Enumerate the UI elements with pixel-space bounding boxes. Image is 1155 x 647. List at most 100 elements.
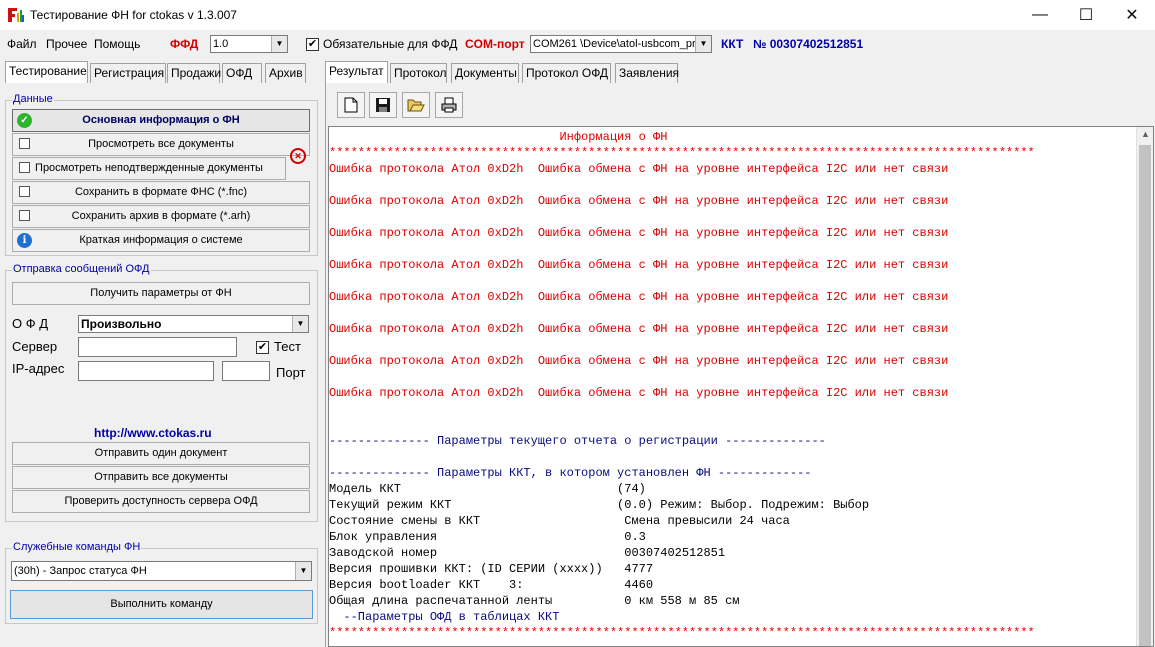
test-label: Тест xyxy=(274,339,301,354)
command-select[interactable]: (30h) - Запрос статуса ФН ▼ xyxy=(11,561,312,581)
data-group: Данные ✓ Основная информация о ФН Просмо… xyxy=(5,93,318,256)
tab-testing[interactable]: Тестирование xyxy=(5,61,88,83)
execute-command-button[interactable]: Выполнить команду xyxy=(10,590,313,619)
maximize-button[interactable]: ☐ xyxy=(1063,0,1109,30)
toolbar xyxy=(328,84,1154,122)
new-file-button[interactable] xyxy=(337,92,365,118)
menu-file[interactable]: Файл xyxy=(7,37,37,51)
ofd-group-title: Отправка сообщений ОФД xyxy=(12,263,151,275)
ffd-select[interactable]: 1.0 ▼ xyxy=(210,35,288,53)
check-server-button[interactable]: Проверить доступность сервера ОФД xyxy=(12,490,310,513)
scroll-up-icon[interactable]: ▲ xyxy=(1137,129,1153,143)
ofd-value: Произвольно xyxy=(81,317,162,331)
open-folder-button[interactable] xyxy=(402,92,430,118)
website-link[interactable]: http://www.ctokas.ru xyxy=(94,426,212,440)
ofd-label: О Ф Д xyxy=(12,316,49,331)
tab-ofd[interactable]: ОФД xyxy=(222,63,262,83)
ofd-select[interactable]: Произвольно ▼ xyxy=(78,315,309,333)
output-line: Ошибка протокола Атол 0xD2h Ошибка обмен… xyxy=(329,226,949,240)
save-archive-label: Сохранить архив в формате (*.arh) xyxy=(71,210,251,222)
ffd-mandatory-label: Обязательные для ФФД xyxy=(323,37,458,51)
view-unconfirmed-checkbox[interactable] xyxy=(19,162,30,173)
tab-sales[interactable]: Продажи xyxy=(167,63,221,83)
output-line: Блок управления 0.3 xyxy=(329,530,646,544)
tab-archive[interactable]: Архив xyxy=(265,63,306,83)
com-port-label: COM-порт xyxy=(465,37,525,51)
ip-address-input[interactable] xyxy=(78,361,214,381)
output-line: -------------- Параметры ККТ, в котором … xyxy=(329,466,812,480)
check-ok-icon: ✓ xyxy=(17,113,32,128)
menu-bar: Файл Прочее Помощь ФФД 1.0 ▼ ✔ Обязатель… xyxy=(0,32,1155,56)
save-archive-checkbox[interactable] xyxy=(19,210,30,221)
ffd-mandatory-checkbox[interactable]: ✔ xyxy=(306,38,319,51)
output-line: Текущий режим ККТ (0.0) Режим: Выбор. По… xyxy=(329,498,870,512)
chevron-down-icon: ▼ xyxy=(271,36,287,52)
view-all-docs-checkbox[interactable] xyxy=(19,138,30,149)
save-fns-checkbox[interactable] xyxy=(19,186,30,197)
result-output[interactable]: Информация о ФН *************************… xyxy=(328,126,1154,647)
data-group-title: Данные xyxy=(12,93,54,105)
ofd-group: Отправка сообщений ОФД Получить параметр… xyxy=(5,263,318,522)
minimize-button[interactable]: — xyxy=(1017,0,1063,30)
main-fn-info-button[interactable]: ✓ Основная информация о ФН xyxy=(12,109,310,132)
output-line: Ошибка протокола Атол 0xD2h Ошибка обмен… xyxy=(329,258,949,272)
main-fn-info-label: Основная информация о ФН xyxy=(82,114,240,126)
tab-registration[interactable]: Регистрация xyxy=(90,63,166,83)
save-archive-button[interactable]: Сохранить архив в формате (*.arh) xyxy=(12,205,310,228)
output-line: Информация о ФН xyxy=(329,130,668,144)
test-checkbox[interactable]: ✔ xyxy=(256,341,269,354)
com-port-select[interactable]: COM261 \Device\atol-usbcom_pr ▼ xyxy=(530,35,712,53)
output-line: Заводской номер 00307402512851 xyxy=(329,546,726,560)
save-fns-label: Сохранить в формате ФНС (*.fnc) xyxy=(74,186,248,198)
com-port-value: COM261 \Device\atol-usbcom_pr xyxy=(533,38,696,50)
window-title: Тестирование ФН for ctokas v 1.3.007 xyxy=(30,8,237,22)
output-line: ****************************************… xyxy=(329,626,1035,640)
save-fns-format-button[interactable]: Сохранить в формате ФНС (*.fnc) xyxy=(12,181,310,204)
result-text: Информация о ФН *************************… xyxy=(329,129,1137,641)
scroll-thumb[interactable] xyxy=(1139,145,1151,646)
tab-documents[interactable]: Документы xyxy=(451,63,519,83)
port-input[interactable] xyxy=(222,361,270,381)
service-group: Служебные команды ФН (30h) - Запрос стат… xyxy=(5,541,318,624)
server-input[interactable] xyxy=(78,337,237,357)
view-unconfirmed-docs-button[interactable]: Просмотреть неподтвержденные документы xyxy=(12,157,286,180)
save-button[interactable] xyxy=(369,92,397,118)
view-unconfirmed-label: Просмотреть неподтвержденные документы xyxy=(35,162,263,174)
left-panel: Данные ✓ Основная информация о ФН Просмо… xyxy=(3,82,321,647)
kkt-number: № 00307402512851 xyxy=(753,37,864,51)
menu-other[interactable]: Прочее xyxy=(46,37,87,51)
info-icon: i xyxy=(17,233,32,248)
output-line: -------------- Параметры текущего отчета… xyxy=(329,434,826,448)
output-line: Ошибка протокола Атол 0xD2h Ошибка обмен… xyxy=(329,354,949,368)
close-button[interactable]: ✕ xyxy=(1109,0,1155,30)
vertical-scrollbar[interactable]: ▲ xyxy=(1136,127,1153,646)
output-line: --Параметры ОФД в таблицах ККТ xyxy=(329,610,560,624)
chevron-down-icon: ▼ xyxy=(295,562,311,580)
view-all-docs-button[interactable]: Просмотреть все документы xyxy=(12,133,310,156)
tab-ofd-protocol[interactable]: Протокол ОФД xyxy=(522,63,611,83)
folder-open-icon xyxy=(407,99,425,112)
app-icon xyxy=(8,8,24,22)
send-all-docs-button[interactable]: Отправить все документы xyxy=(12,466,310,489)
output-line: Ошибка протокола Атол 0xD2h Ошибка обмен… xyxy=(329,290,949,304)
output-line: Ошибка протокола Атол 0xD2h Ошибка обмен… xyxy=(329,386,949,400)
tab-result[interactable]: Результат xyxy=(325,61,388,83)
get-params-button[interactable]: Получить параметры от ФН xyxy=(12,282,310,305)
tab-applications[interactable]: Заявления xyxy=(615,63,679,83)
command-value: (30h) - Запрос статуса ФН xyxy=(14,565,147,577)
system-info-button[interactable]: i Краткая информация о системе xyxy=(12,229,310,252)
tab-protocol[interactable]: Протокол xyxy=(390,63,447,83)
system-info-label: Краткая информация о системе xyxy=(79,234,243,246)
menu-help[interactable]: Помощь xyxy=(94,37,140,51)
right-tab-bar: Результат Протокол Документы Протокол ОФ… xyxy=(325,61,685,83)
send-one-doc-button[interactable]: Отправить один документ xyxy=(12,442,310,465)
output-line: Ошибка протокола Атол 0xD2h Ошибка обмен… xyxy=(329,194,949,208)
print-button[interactable] xyxy=(435,92,463,118)
service-group-title: Служебные команды ФН xyxy=(12,541,142,553)
right-panel: Информация о ФН *************************… xyxy=(325,82,1155,647)
